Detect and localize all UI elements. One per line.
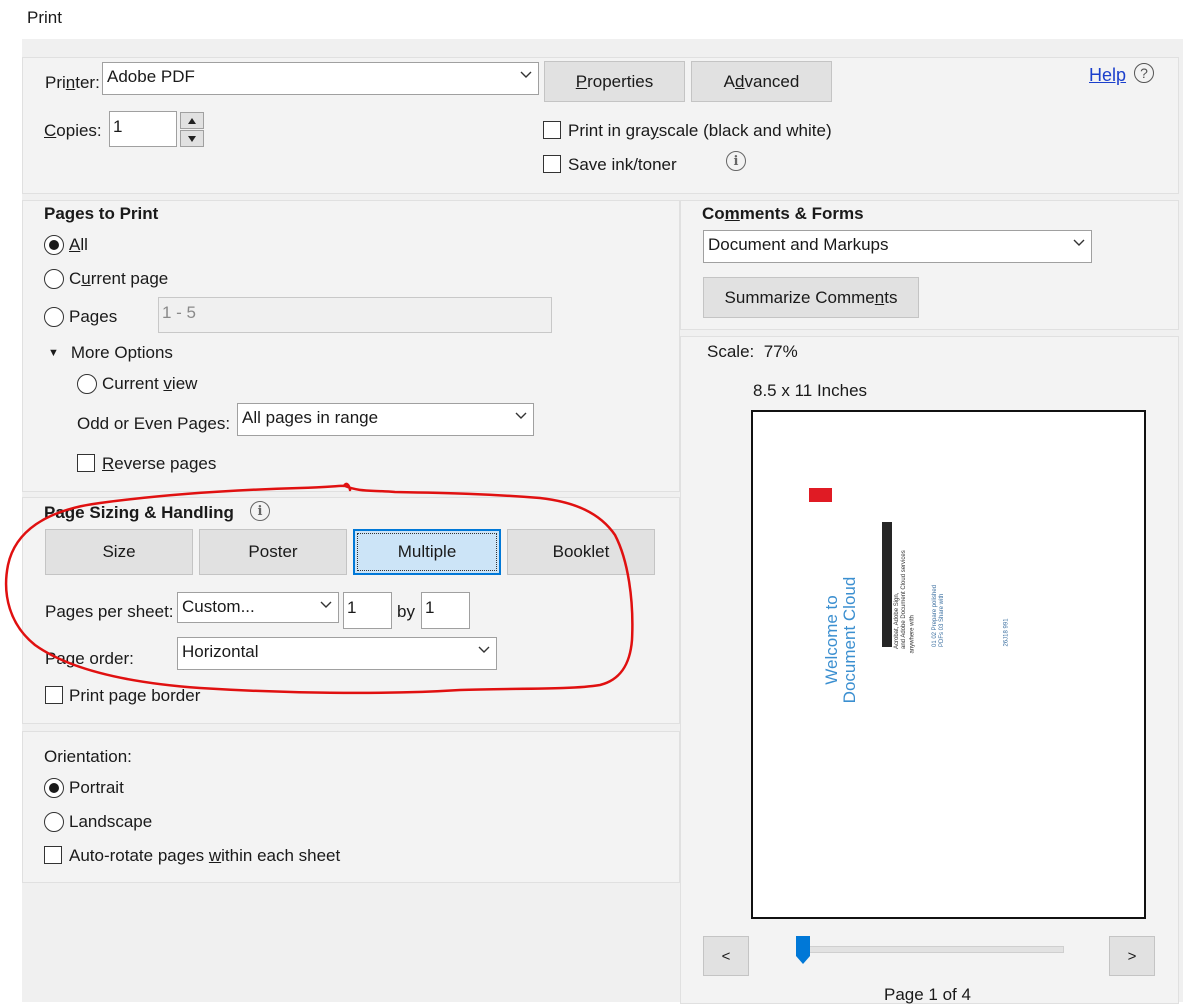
doc-text-2: and Adobe Document Cloud services [901, 550, 907, 649]
tab-size[interactable]: Size [45, 529, 193, 575]
more-options-toggle[interactable]: ▼ More Options [48, 343, 173, 363]
pages-per-sheet-select[interactable]: Custom... [177, 592, 339, 623]
doc-text-1: Acrobat, Adobe Sign, [894, 592, 900, 649]
odd-even-label: Odd or Even Pages: [77, 414, 231, 433]
chevron-down-icon [320, 601, 332, 611]
pages-to-print-heading: Pages to Print [44, 204, 159, 223]
current-view-radio[interactable] [77, 374, 97, 394]
by-label: by [397, 602, 415, 621]
landscape-radio[interactable] [44, 812, 64, 832]
copies-increment-button[interactable] [180, 112, 204, 129]
comments-forms-select-value: Document and Markups [708, 235, 889, 254]
reverse-pages-label: Reverse pages [102, 454, 217, 473]
landscape-label: Landscape [69, 812, 153, 831]
current-view-label: Current view [102, 374, 198, 393]
save-ink-checkbox[interactable] [543, 155, 561, 173]
summarize-comments-button[interactable]: Summarize Comme n ts [703, 277, 919, 318]
triangle-down-icon: ▼ [48, 347, 59, 359]
chevron-down-icon [1073, 239, 1085, 249]
portrait-radio[interactable] [44, 778, 64, 798]
current-page-radio[interactable] [44, 269, 64, 289]
window-title: Print [27, 8, 62, 27]
all-pages-radio[interactable] [44, 235, 64, 255]
pages-per-sheet-label: Pages per sheet: [45, 602, 174, 621]
copies-label: Copies: [44, 121, 102, 140]
copies-decrement-button[interactable] [180, 130, 204, 147]
properties-button[interactable]: Properties [544, 61, 685, 102]
doc-title-line1: Welcome to [822, 595, 841, 685]
grayscale-checkbox[interactable] [543, 121, 561, 139]
tab-multiple[interactable]: Multiple [353, 529, 501, 575]
pages-per-sheet-columns-input[interactable]: 1 [343, 592, 392, 629]
help-link[interactable]: Help [1089, 65, 1126, 86]
printer-select-value: Adobe PDF [107, 67, 195, 86]
comments-forms-select[interactable]: Document and Markups [703, 230, 1092, 263]
doc-text-6: 26J18 991 [1003, 618, 1010, 647]
info-icon[interactable]: i [250, 501, 270, 521]
comments-forms-heading: Comments & Forms [702, 204, 864, 223]
previous-page-button[interactable]: < [703, 936, 749, 976]
chevron-down-icon [515, 412, 527, 422]
advanced-button[interactable]: Ad vanced [691, 61, 832, 102]
odd-even-select[interactable]: All pages in range [237, 403, 534, 436]
info-icon[interactable]: i [726, 151, 746, 171]
page-preview: Welcome to Document Cloud Acrobat, Adobe… [751, 410, 1146, 919]
pages-radio[interactable] [44, 307, 64, 327]
print-page-border-label: Print page border [69, 686, 201, 705]
page-order-select[interactable]: Horizontal [177, 637, 497, 670]
all-pages-label: All [69, 235, 88, 254]
reverse-pages-checkbox[interactable] [77, 454, 95, 472]
page-status: Page 1 of 4 [884, 985, 971, 1004]
page-slider-track[interactable] [800, 946, 1064, 953]
doc-title-line2: Document Cloud [840, 576, 859, 704]
print-page-border-checkbox[interactable] [45, 686, 63, 704]
odd-even-select-value: All pages in range [242, 408, 379, 427]
doc-dark-bar [882, 522, 892, 647]
copies-input[interactable]: 1 [109, 111, 177, 147]
printer-label: Printer: [45, 73, 100, 92]
adobe-logo [809, 488, 832, 502]
pages-label: Pages [69, 307, 118, 326]
tab-booklet[interactable]: Booklet [507, 529, 655, 575]
pages-per-sheet-select-value: Custom... [182, 597, 255, 616]
current-page-label: Current page [69, 269, 169, 288]
doc-text-5: PDFs 03 Share with [939, 593, 945, 647]
pages-range-input[interactable]: 1 - 5 [158, 297, 552, 333]
pages-per-sheet-rows-input[interactable]: 1 [421, 592, 470, 629]
question-icon[interactable]: ? [1134, 63, 1154, 83]
autorotate-checkbox[interactable] [44, 846, 62, 864]
portrait-label: Portrait [69, 778, 124, 797]
orientation-heading: Orientation: [44, 747, 132, 766]
page-slider-thumb[interactable] [796, 936, 810, 964]
doc-text-4: 01 02 Prepare polished [932, 584, 938, 647]
tab-poster[interactable]: Poster [199, 529, 347, 575]
chevron-down-icon [478, 646, 490, 656]
autorotate-label: Auto-rotate pages within each sheet [69, 846, 341, 865]
chevron-down-icon [520, 71, 532, 81]
page-order-label: Page order: [45, 649, 134, 668]
next-page-button[interactable]: > [1109, 936, 1155, 976]
doc-text-3: anywhere with [909, 615, 916, 654]
scale-readout: Scale: 77% [707, 342, 798, 361]
save-ink-label: Save ink/toner [568, 155, 677, 174]
grayscale-label: Print in grayscale (black and white) [568, 121, 832, 140]
page-order-select-value: Horizontal [182, 642, 259, 661]
printer-select[interactable]: Adobe PDF [102, 62, 539, 95]
page-sizing-heading: Page Sizing & Handling [44, 503, 234, 522]
paper-size-label: 8.5 x 11 Inches [753, 381, 868, 400]
